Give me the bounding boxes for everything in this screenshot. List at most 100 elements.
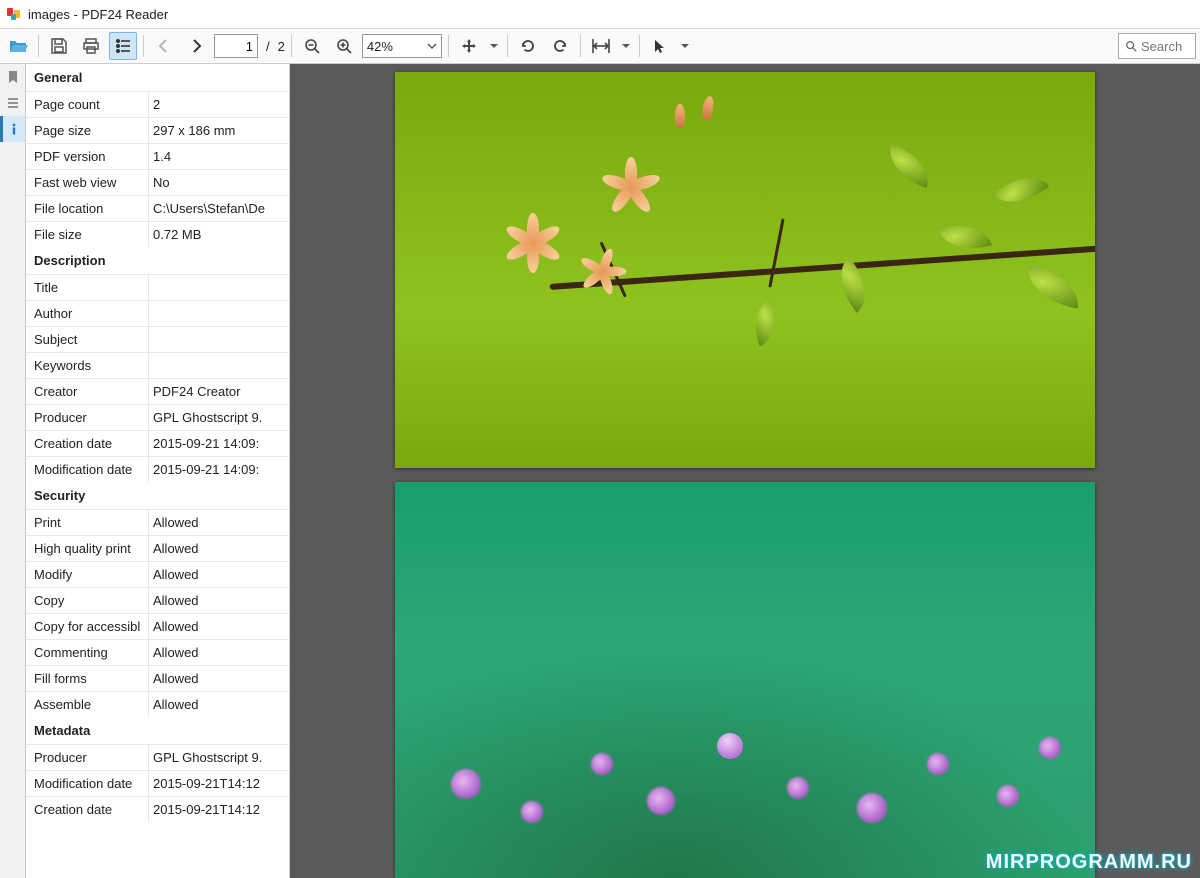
property-key: Print bbox=[26, 510, 148, 535]
zoom-out-button[interactable] bbox=[298, 32, 326, 60]
separator bbox=[291, 35, 292, 57]
bookmark-tab[interactable] bbox=[0, 64, 25, 90]
property-value: No bbox=[148, 170, 289, 195]
pdf-page-1 bbox=[395, 72, 1095, 468]
property-value: 2 bbox=[148, 92, 289, 117]
property-value: 297 x 186 mm bbox=[148, 118, 289, 143]
property-key: Creation date bbox=[26, 431, 148, 456]
property-value bbox=[148, 327, 289, 352]
property-row: Fill formsAllowed bbox=[26, 665, 289, 691]
property-key: Modify bbox=[26, 562, 148, 587]
properties-sidebar[interactable]: GeneralPage count2Page size297 x 186 mmP… bbox=[26, 64, 290, 878]
property-key: Copy bbox=[26, 588, 148, 613]
info-tab[interactable] bbox=[0, 116, 25, 142]
save-button[interactable] bbox=[45, 32, 73, 60]
search-box[interactable] bbox=[1118, 33, 1196, 59]
rotate-cw-button[interactable] bbox=[546, 32, 574, 60]
property-group-header: General bbox=[26, 64, 289, 91]
property-value: 2015-09-21T14:12 bbox=[148, 771, 289, 796]
property-value: 2015-09-21 14:09: bbox=[148, 431, 289, 456]
pdf-page-2 bbox=[395, 482, 1095, 878]
property-value: Allowed bbox=[148, 666, 289, 691]
watermark: MIRPROGRAMM.RU bbox=[986, 851, 1192, 874]
property-row: File size0.72 MB bbox=[26, 221, 289, 247]
property-value: 2015-09-21T14:12 bbox=[148, 797, 289, 822]
property-row: File locationC:\Users\Stefan\De bbox=[26, 195, 289, 221]
zoom-select[interactable]: 42% bbox=[362, 34, 442, 58]
page-slash: / bbox=[262, 39, 274, 54]
pan-tool-button[interactable] bbox=[455, 32, 483, 60]
property-row: Page count2 bbox=[26, 91, 289, 117]
property-value: Allowed bbox=[148, 640, 289, 665]
property-row: CommentingAllowed bbox=[26, 639, 289, 665]
property-row: High quality printAllowed bbox=[26, 535, 289, 561]
fit-width-button[interactable] bbox=[587, 32, 615, 60]
property-key: Creator bbox=[26, 379, 148, 404]
property-key: Keywords bbox=[26, 353, 148, 378]
property-key: File size bbox=[26, 222, 148, 247]
property-row: ProducerGPL Ghostscript 9. bbox=[26, 744, 289, 770]
property-row: Title bbox=[26, 274, 289, 300]
property-row: Copy for accessiblAllowed bbox=[26, 613, 289, 639]
property-value: Allowed bbox=[148, 692, 289, 717]
property-row: CopyAllowed bbox=[26, 587, 289, 613]
toggle-sidebar-button[interactable] bbox=[109, 32, 137, 60]
rotate-ccw-button[interactable] bbox=[514, 32, 542, 60]
document-viewer[interactable]: MIRPROGRAMM.RU bbox=[290, 64, 1200, 878]
pan-dropdown[interactable] bbox=[487, 32, 501, 60]
property-value: Allowed bbox=[148, 536, 289, 561]
main-area: GeneralPage count2Page size297 x 186 mmP… bbox=[0, 64, 1200, 878]
property-value: Allowed bbox=[148, 562, 289, 587]
property-value: 0.72 MB bbox=[148, 222, 289, 247]
property-key: Producer bbox=[26, 745, 148, 770]
search-input[interactable] bbox=[1141, 39, 1189, 54]
search-icon bbox=[1125, 39, 1137, 53]
property-row: Creation date2015-09-21 14:09: bbox=[26, 430, 289, 456]
property-row: AssembleAllowed bbox=[26, 691, 289, 717]
property-key: Fast web view bbox=[26, 170, 148, 195]
zoom-in-button[interactable] bbox=[330, 32, 358, 60]
property-row: Subject bbox=[26, 326, 289, 352]
print-button[interactable] bbox=[77, 32, 105, 60]
property-value: C:\Users\Stefan\De bbox=[148, 196, 289, 221]
property-row: ProducerGPL Ghostscript 9. bbox=[26, 404, 289, 430]
nav-forward-button[interactable] bbox=[182, 32, 210, 60]
chevron-down-icon bbox=[427, 41, 437, 51]
page-number-input[interactable] bbox=[214, 34, 258, 58]
property-key: Assemble bbox=[26, 692, 148, 717]
left-rail bbox=[0, 64, 26, 878]
property-key: Modification date bbox=[26, 771, 148, 796]
property-value: Allowed bbox=[148, 588, 289, 613]
property-value: Allowed bbox=[148, 614, 289, 639]
nav-back-button[interactable] bbox=[150, 32, 178, 60]
select-dropdown[interactable] bbox=[678, 32, 692, 60]
select-tool-button[interactable] bbox=[646, 32, 674, 60]
property-row: Page size297 x 186 mm bbox=[26, 117, 289, 143]
page-total: 2 bbox=[278, 39, 285, 54]
open-file-button[interactable] bbox=[4, 32, 32, 60]
property-key: Producer bbox=[26, 405, 148, 430]
property-row: PDF version1.4 bbox=[26, 143, 289, 169]
property-key: Creation date bbox=[26, 797, 148, 822]
property-group-header: Metadata bbox=[26, 717, 289, 744]
property-key: File location bbox=[26, 196, 148, 221]
separator bbox=[639, 35, 640, 57]
separator bbox=[580, 35, 581, 57]
property-key: Subject bbox=[26, 327, 148, 352]
property-row: Modification date2015-09-21 14:09: bbox=[26, 456, 289, 482]
property-row: PrintAllowed bbox=[26, 509, 289, 535]
zoom-value: 42% bbox=[367, 39, 393, 54]
fit-dropdown[interactable] bbox=[619, 32, 633, 60]
property-key: Commenting bbox=[26, 640, 148, 665]
window-title: images - PDF24 Reader bbox=[28, 7, 168, 22]
property-row: Modification date2015-09-21T14:12 bbox=[26, 770, 289, 796]
outline-tab[interactable] bbox=[0, 90, 25, 116]
property-row: Keywords bbox=[26, 352, 289, 378]
property-key: High quality print bbox=[26, 536, 148, 561]
property-group-header: Description bbox=[26, 247, 289, 274]
property-value: 1.4 bbox=[148, 144, 289, 169]
property-key: Fill forms bbox=[26, 666, 148, 691]
property-key: PDF version bbox=[26, 144, 148, 169]
property-key: Copy for accessibl bbox=[26, 614, 148, 639]
property-value bbox=[148, 301, 289, 326]
